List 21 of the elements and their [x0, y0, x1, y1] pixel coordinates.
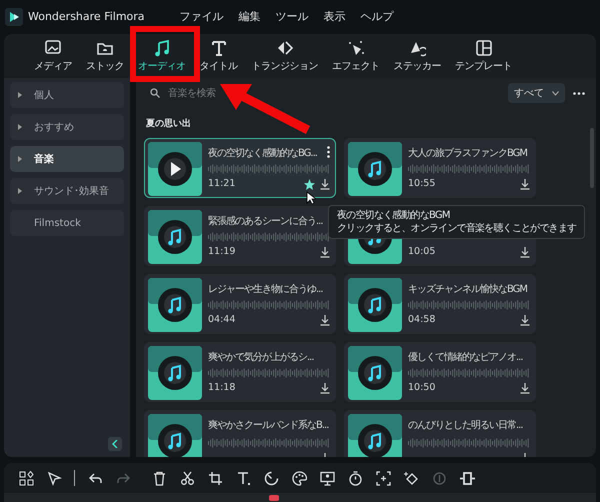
- tooltip-title: 夜の空切なく感動的なBGM: [337, 209, 451, 222]
- duration: 11:21: [208, 177, 236, 192]
- duration: 10:05: [408, 245, 436, 260]
- track-title: 大人の旅ブラスファンクBGM: [408, 146, 528, 160]
- duration: 04:44: [208, 313, 236, 328]
- duration: 10:50: [408, 381, 436, 396]
- track-title: のんびりとした明るい日常...: [408, 418, 523, 432]
- tooltip-text: クリックすると、オンラインで音楽を聴くことができます: [337, 222, 576, 235]
- duration: 04:58: [408, 313, 436, 328]
- app-title: Wondershare Filmora: [28, 8, 145, 25]
- track-title: 夜の空切なく感動的なBG...: [208, 146, 317, 160]
- duration: 11:18: [208, 381, 236, 396]
- track-title: 優しくて情緒的なピアノオ...: [408, 350, 523, 364]
- track-title: 爽やかさクールバンド系なB...: [208, 418, 328, 432]
- track-title: キッズチャンネル愉快なBGM: [408, 282, 528, 296]
- duration: 10:55: [408, 177, 436, 192]
- section-title: 夏の思い出: [146, 118, 192, 131]
- track-title: レジャーや生き物に合うゆ...: [208, 282, 323, 296]
- track-title: 爽やかで気分が上がるシ...: [208, 350, 314, 364]
- track-title: 緊張感のあるシーンに合う...: [208, 214, 323, 228]
- duration: 11:19: [208, 245, 236, 260]
